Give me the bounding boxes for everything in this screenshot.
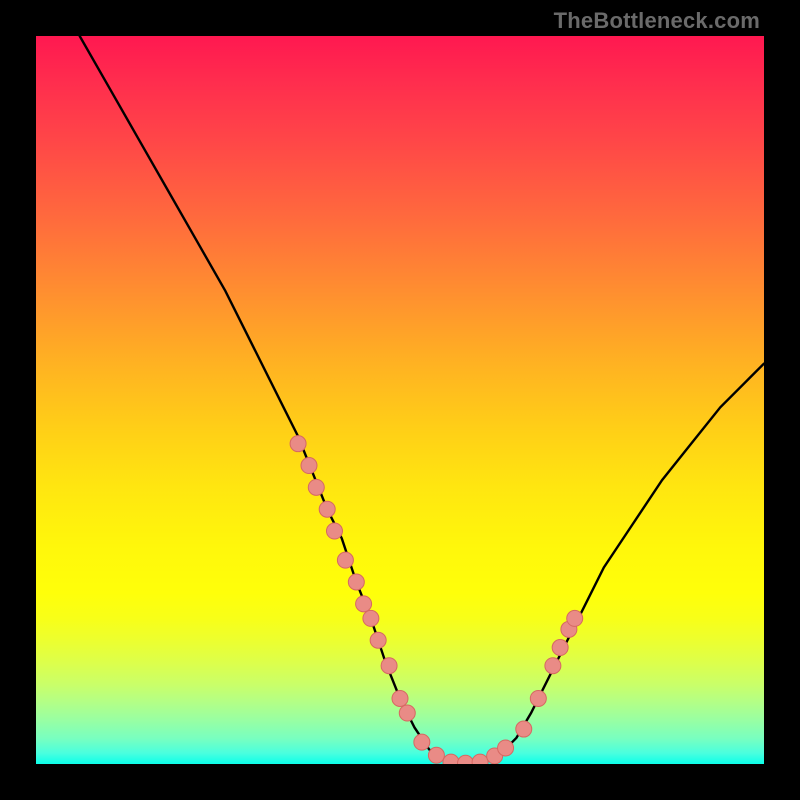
highlight-dot [414, 734, 430, 750]
highlight-dot [356, 596, 372, 612]
highlight-dot [428, 747, 444, 763]
highlight-dot [348, 574, 364, 590]
highlight-dot [472, 754, 488, 764]
highlight-dot [399, 705, 415, 721]
highlight-dot [552, 640, 568, 656]
main-curve [80, 36, 764, 763]
highlight-dot [516, 721, 532, 737]
highlight-dot [308, 479, 324, 495]
watermark-text: TheBottleneck.com [554, 8, 760, 34]
highlight-dot [458, 755, 474, 764]
highlight-dot [337, 552, 353, 568]
highlight-dots-group [290, 436, 583, 764]
highlight-dot [319, 501, 335, 517]
highlight-dot [363, 610, 379, 626]
highlight-dot [290, 436, 306, 452]
highlight-dot [370, 632, 386, 648]
highlight-dot [326, 523, 342, 539]
highlight-dot [443, 754, 459, 764]
highlight-dot [301, 458, 317, 474]
highlight-dot [392, 690, 408, 706]
highlight-dot [498, 740, 514, 756]
highlight-dot [545, 658, 561, 674]
chart-container: TheBottleneck.com [0, 0, 800, 800]
chart-svg [36, 36, 764, 764]
highlight-dot [381, 658, 397, 674]
highlight-dot [530, 690, 546, 706]
plot-area [36, 36, 764, 764]
highlight-dot [567, 610, 583, 626]
